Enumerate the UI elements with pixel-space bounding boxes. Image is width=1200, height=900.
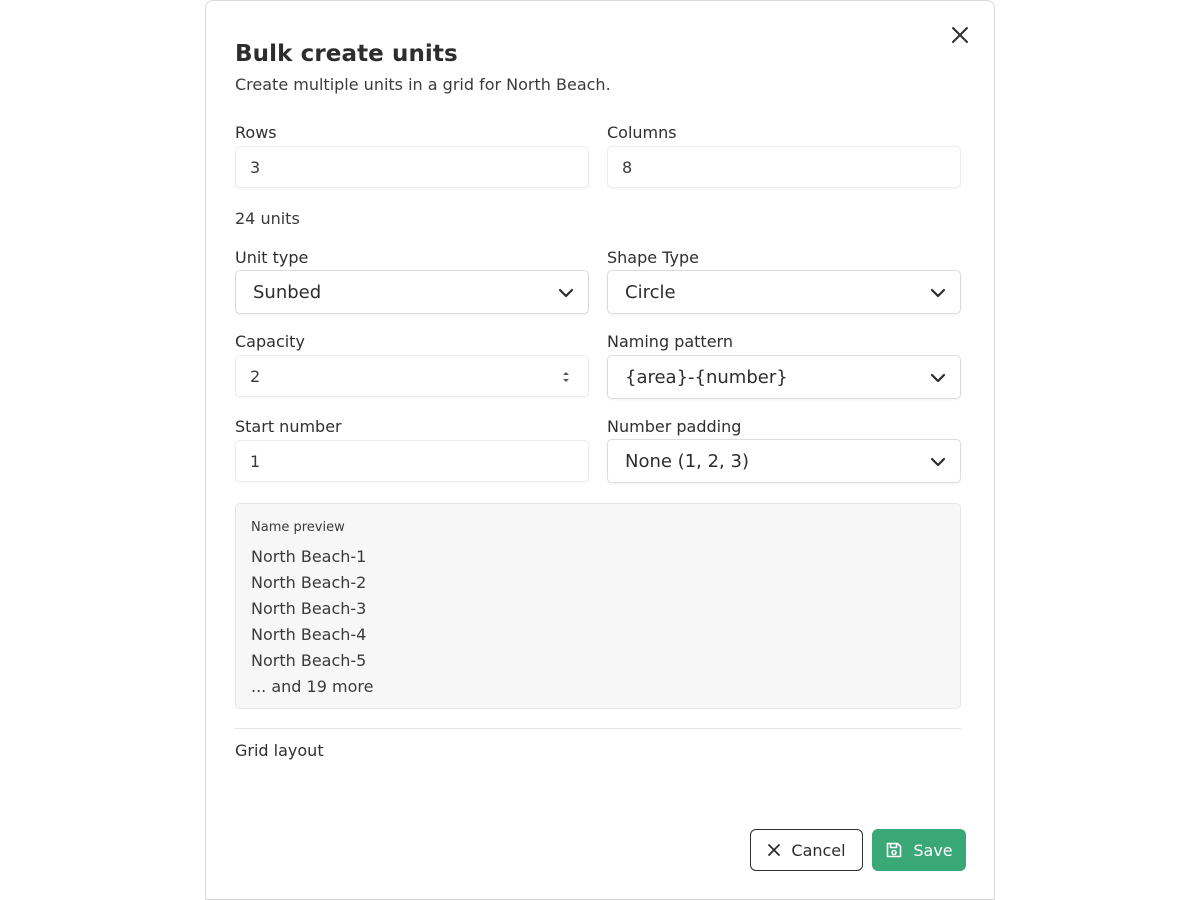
capacity-value: 2: [250, 366, 261, 386]
list-item: North Beach-4: [251, 625, 367, 644]
save-button[interactable]: Save: [872, 829, 966, 871]
cancel-button-label: Cancel: [791, 840, 846, 860]
naming-pattern-label: Naming pattern: [607, 332, 733, 351]
rows-value: 3: [250, 157, 261, 177]
shape-type-value: Circle: [625, 281, 676, 303]
name-preview-panel: Name preview North Beach-1 North Beach-2…: [235, 503, 961, 709]
start-number-input[interactable]: 1: [235, 440, 589, 482]
columns-label: Columns: [607, 123, 677, 142]
shape-type-select[interactable]: Circle: [607, 270, 961, 314]
name-preview-list: North Beach-1 North Beach-2 North Beach-…: [251, 544, 373, 700]
capacity-label: Capacity: [235, 332, 305, 351]
start-number-value: 1: [250, 451, 261, 471]
unit-count: 24 units: [235, 209, 300, 228]
grid-layout-label: Grid layout: [235, 741, 324, 760]
unit-type-label: Unit type: [235, 248, 309, 267]
chevron-down-icon: [930, 288, 946, 298]
chevron-down-icon: [558, 288, 574, 298]
close-icon: [952, 27, 968, 43]
naming-pattern-value: {area}-{number}: [625, 366, 788, 388]
chevron-down-icon: [930, 457, 946, 467]
list-item: North Beach-5: [251, 651, 367, 670]
cancel-button[interactable]: Cancel: [750, 829, 863, 871]
columns-value: 8: [622, 157, 633, 177]
columns-input[interactable]: 8: [607, 146, 961, 188]
unit-type-select[interactable]: Sunbed: [235, 270, 589, 314]
dialog-title: Bulk create units: [235, 41, 458, 67]
floppy-disk-icon: [887, 842, 902, 858]
x-icon: [768, 844, 781, 856]
rows-label: Rows: [235, 123, 277, 142]
capacity-input[interactable]: 2: [235, 355, 589, 397]
save-button-label: Save: [913, 840, 953, 860]
preview-more-text: ... and 19 more: [251, 677, 374, 696]
shape-type-label: Shape Type: [607, 248, 699, 267]
list-item: North Beach-2: [251, 573, 367, 592]
divider: [235, 728, 961, 729]
dialog-subtitle: Create multiple units in a grid for Nort…: [235, 75, 611, 94]
close-button[interactable]: [948, 23, 972, 47]
name-preview-title: Name preview: [251, 520, 345, 535]
list-item: North Beach-3: [251, 599, 367, 618]
list-item: North Beach-1: [251, 547, 367, 566]
start-number-label: Start number: [235, 417, 342, 436]
unit-type-value: Sunbed: [253, 281, 322, 303]
number-padding-value: None (1, 2, 3): [625, 450, 749, 472]
chevron-down-icon: [930, 373, 946, 383]
number-padding-select[interactable]: None (1, 2, 3): [607, 439, 961, 483]
stepper-icon[interactable]: [560, 368, 572, 386]
naming-pattern-select[interactable]: {area}-{number}: [607, 355, 961, 399]
number-padding-label: Number padding: [607, 417, 742, 436]
bulk-create-dialog: Bulk create units Create multiple units …: [205, 0, 995, 900]
rows-input[interactable]: 3: [235, 146, 589, 188]
